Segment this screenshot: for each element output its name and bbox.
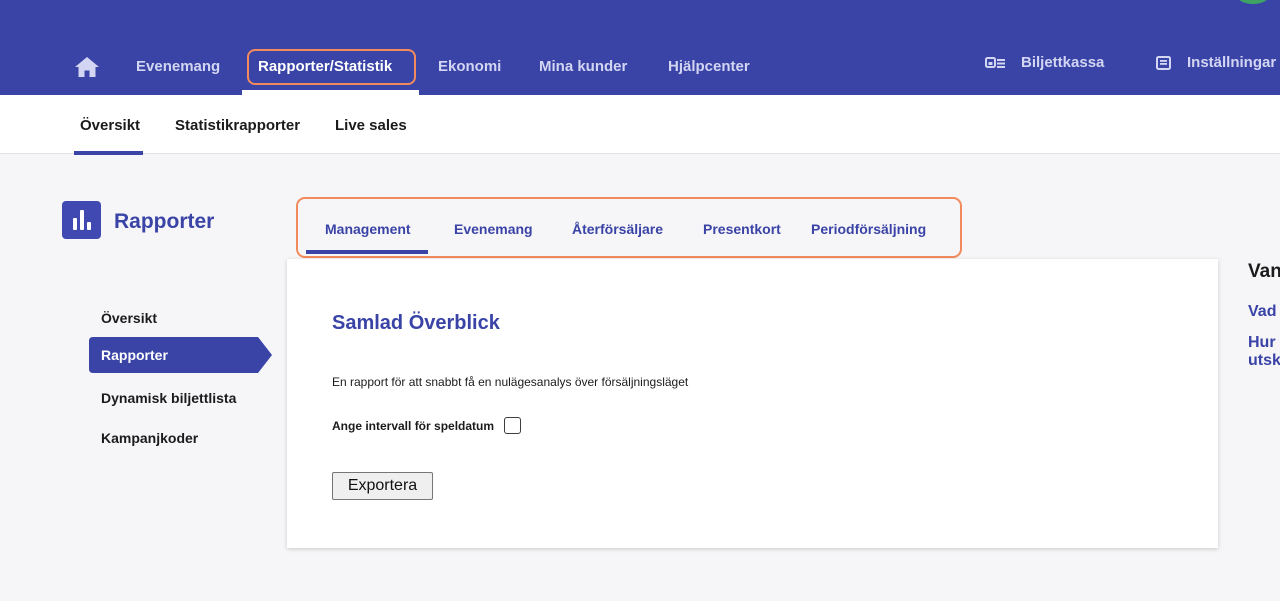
- sidebar-item-dynamisk-biljettlista[interactable]: Dynamisk biljettlista: [101, 390, 236, 406]
- report-card: Samlad Överblick En rapport för att snab…: [287, 259, 1218, 548]
- sidebar-item-oversikt[interactable]: Översikt: [101, 310, 157, 326]
- highlight-box-tabs: [296, 197, 962, 258]
- sidebar-item-label: Rapporter: [101, 347, 168, 363]
- report-description: En rapport för att snabbt få en nulägesa…: [332, 375, 689, 389]
- ticket-office-icon: [985, 56, 1005, 68]
- installningar-label: Inställningar: [1187, 54, 1277, 71]
- sub-navigation-bar: Översikt Statistikrapporter Live sales: [0, 95, 1280, 155]
- settings-icon: [1156, 55, 1171, 70]
- interval-checkbox[interactable]: [504, 417, 521, 434]
- subnav-oversikt[interactable]: Översikt: [80, 117, 140, 134]
- highlight-box-nav: [247, 49, 416, 85]
- sidebar-item-kampanjkoder[interactable]: Kampanjkoder: [101, 430, 198, 446]
- right-panel-link-2[interactable]: Hur: [1248, 334, 1276, 352]
- export-button[interactable]: Exportera: [332, 472, 433, 500]
- top-navigation-bar: Evenemang Rapporter/Statistik Ekonomi Mi…: [0, 0, 1280, 95]
- home-icon[interactable]: [74, 56, 100, 78]
- nav-item-ekonomi[interactable]: Ekonomi: [438, 58, 501, 75]
- nav-item-evenemang[interactable]: Evenemang: [136, 58, 220, 75]
- biljettkassa-label: Biljettkassa: [1021, 54, 1105, 71]
- installningar-link[interactable]: Inställningar: [1156, 54, 1276, 71]
- subnav-statistikrapporter[interactable]: Statistikrapporter: [175, 117, 300, 134]
- right-panel-link-2-cont[interactable]: utsk: [1248, 352, 1280, 370]
- right-panel-link-1[interactable]: Vad: [1248, 303, 1276, 321]
- bar-chart-icon: [62, 201, 101, 239]
- right-panel-heading: Van: [1248, 261, 1280, 282]
- user-avatar[interactable]: [1236, 0, 1270, 4]
- biljettkassa-link[interactable]: Biljettkassa: [985, 54, 1104, 71]
- report-title: Samlad Överblick: [332, 312, 500, 334]
- sidebar-item-rapporter[interactable]: Rapporter: [89, 337, 272, 373]
- subnav-active-indicator: [74, 151, 143, 155]
- nav-item-hjalpcenter[interactable]: Hjälpcenter: [668, 58, 750, 75]
- nav-item-mina-kunder[interactable]: Mina kunder: [539, 58, 627, 75]
- section-title: Rapporter: [114, 210, 215, 233]
- interval-checkbox-label: Ange intervall för speldatum: [332, 419, 495, 433]
- subnav-live-sales[interactable]: Live sales: [335, 117, 407, 134]
